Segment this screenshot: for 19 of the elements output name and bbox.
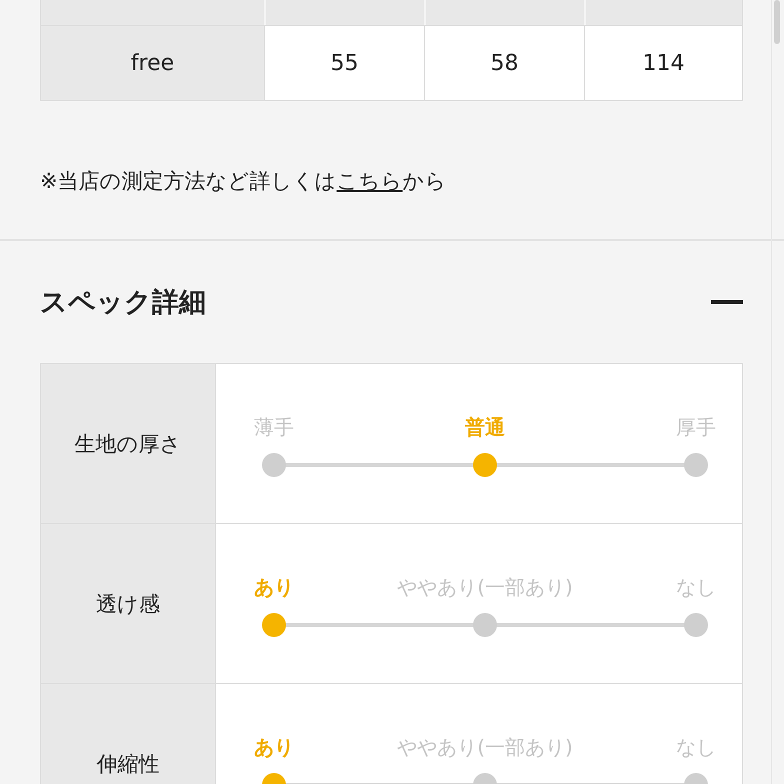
link[interactable]: こちら [336,169,403,193]
spec-label: 透け感 [41,524,215,683]
table-cell: 55 [264,25,424,100]
table-cell: 58 [424,25,584,100]
note-text: ※当店の測定方法など詳しくは こちら から [40,168,448,195]
scale-option-label: 厚手 [676,414,716,441]
scale-option-label: 普通 [465,414,505,441]
scale-option-label: 薄手 [254,414,294,441]
scale-option-label: ややあり(一部あり) [397,574,573,601]
scale-option-label: ややあり(一部あり) [397,734,573,761]
spec-label: 伸縮性 [41,684,215,784]
spec-label: 生地の厚さ [41,364,215,523]
table-cell: 114 [584,25,742,100]
scale-option-label: なし [676,574,716,601]
scale-option-label: あり [254,574,294,601]
scale-option-label: あり [254,734,294,761]
scrollbar-thumb[interactable] [774,0,780,44]
scale-option-label: なし [676,734,716,761]
section-title: スペック詳細 [40,286,206,320]
